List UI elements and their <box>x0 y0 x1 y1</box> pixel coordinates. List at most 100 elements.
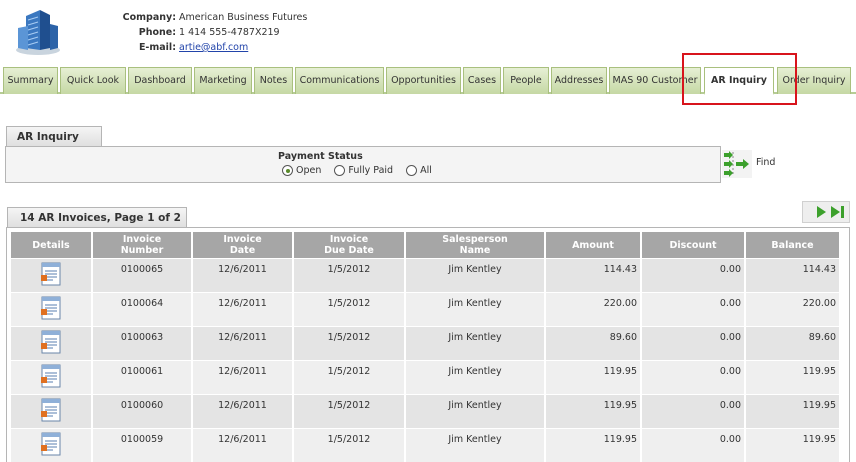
details-cell[interactable] <box>11 293 91 326</box>
invoice-number: 0100059 <box>93 429 191 462</box>
tab-addresses[interactable]: Addresses <box>551 67 607 94</box>
record-tab-bar: Summary Quick Look Dashboard Marketing N… <box>0 66 856 95</box>
col-invoice-date[interactable]: Invoice Date <box>193 232 292 258</box>
table-row: 0100059 12/6/2011 1/5/2012 Jim Kentley 1… <box>11 429 839 462</box>
col-details[interactable]: Details <box>11 232 91 258</box>
tab-notes[interactable]: Notes <box>254 67 293 94</box>
next-page-icon[interactable] <box>815 205 827 219</box>
radio-open-label[interactable]: Open <box>296 165 321 176</box>
invoice-number: 0100064 <box>93 293 191 326</box>
invoice-due-date: 1/5/2012 <box>294 395 404 428</box>
table-row: 0100063 12/6/2011 1/5/2012 Jim Kentley 8… <box>11 327 839 360</box>
salesperson-name: Jim Kentley <box>406 327 544 360</box>
col-invoice-number[interactable]: Invoice Number <box>93 232 191 258</box>
invoice-date: 12/6/2011 <box>193 361 292 394</box>
tab-quick-look[interactable]: Quick Look <box>60 67 126 94</box>
tab-people[interactable]: People <box>503 67 549 94</box>
find-arrows-icon <box>722 150 752 178</box>
salesperson-name: Jim Kentley <box>406 259 544 292</box>
salesperson-name: Jim Kentley <box>406 293 544 326</box>
balance: 119.95 <box>746 429 839 462</box>
amount: 119.95 <box>546 429 640 462</box>
phone-label: Phone: <box>138 27 176 38</box>
col-amount[interactable]: Amount <box>546 232 640 258</box>
details-cell[interactable] <box>11 395 91 428</box>
invoice-details-icon[interactable] <box>41 330 61 354</box>
invoice-due-date: 1/5/2012 <box>294 429 404 462</box>
last-page-icon[interactable] <box>830 205 846 219</box>
discount: 0.00 <box>642 429 744 462</box>
col-salesperson-name[interactable]: Salesperson Name <box>406 232 544 258</box>
company-label: Company: <box>122 12 176 23</box>
invoice-number: 0100060 <box>93 395 191 428</box>
radio-all[interactable] <box>406 165 418 176</box>
invoice-date: 12/6/2011 <box>193 395 292 428</box>
table-row: 0100065 12/6/2011 1/5/2012 Jim Kentley 1… <box>11 259 839 292</box>
details-cell[interactable] <box>11 361 91 394</box>
balance: 89.60 <box>746 327 839 360</box>
table-header-row: Details Invoice Number Invoice Date Invoic… <box>11 232 839 258</box>
invoice-due-date: 1/5/2012 <box>294 259 404 292</box>
radio-open[interactable] <box>282 165 293 176</box>
invoice-details-icon[interactable] <box>41 364 61 388</box>
tab-dashboard[interactable]: Dashboard <box>128 67 192 94</box>
balance: 114.43 <box>746 259 839 292</box>
details-cell[interactable] <box>11 429 91 462</box>
invoice-due-date: 1/5/2012 <box>294 293 404 326</box>
find-label[interactable]: Find <box>756 157 775 168</box>
record-header: Company: American Business Futures Phone:… <box>0 0 856 66</box>
discount: 0.00 <box>642 395 744 428</box>
tab-summary[interactable]: Summary <box>3 67 58 94</box>
invoice-number: 0100061 <box>93 361 191 394</box>
salesperson-name: Jim Kentley <box>406 429 544 462</box>
ar-inquiry-panel-tab: AR Inquiry <box>6 126 102 147</box>
table-row: 0100061 12/6/2011 1/5/2012 Jim Kentley 1… <box>11 361 839 394</box>
amount: 220.00 <box>546 293 640 326</box>
discount: 0.00 <box>642 327 744 360</box>
tab-order-inquiry[interactable]: Order Inquiry <box>777 67 851 94</box>
discount: 0.00 <box>642 361 744 394</box>
email-label: E-mail: <box>138 42 176 53</box>
radio-fully-paid[interactable] <box>334 165 346 176</box>
amount: 89.60 <box>546 327 640 360</box>
pager <box>802 201 850 223</box>
invoice-grid: Details Invoice Number Invoice Date Invoic… <box>6 227 850 462</box>
table-row: 0100064 12/6/2011 1/5/2012 Jim Kentley 2… <box>11 293 839 326</box>
payment-status-options: Open Fully Paid All <box>282 165 442 176</box>
amount: 119.95 <box>546 395 640 428</box>
radio-all-label[interactable]: All <box>420 165 432 176</box>
tab-mas90-customer[interactable]: MAS 90 Customer <box>609 67 701 94</box>
payment-status-label: Payment Status <box>278 151 363 162</box>
table-row: 0100060 12/6/2011 1/5/2012 Jim Kentley 1… <box>11 395 839 428</box>
phone-value: 1 414 555-4787X219 <box>179 27 280 38</box>
tab-cases[interactable]: Cases <box>463 67 501 94</box>
salesperson-name: Jim Kentley <box>406 395 544 428</box>
invoice-number: 0100063 <box>93 327 191 360</box>
tab-communications[interactable]: Communications <box>295 67 384 94</box>
balance: 119.95 <box>746 395 839 428</box>
col-balance[interactable]: Balance <box>746 232 839 258</box>
invoice-table: Details Invoice Number Invoice Date Invoic… <box>9 231 841 462</box>
col-invoice-due-date[interactable]: Invoice Due Date <box>294 232 404 258</box>
invoice-due-date: 1/5/2012 <box>294 361 404 394</box>
invoice-details-icon[interactable] <box>41 398 61 422</box>
tab-marketing[interactable]: Marketing <box>194 67 252 94</box>
invoice-date: 12/6/2011 <box>193 259 292 292</box>
invoice-number: 0100065 <box>93 259 191 292</box>
tab-ar-inquiry[interactable]: AR Inquiry <box>704 67 774 95</box>
discount: 0.00 <box>642 293 744 326</box>
tab-opportunities[interactable]: Opportunities <box>386 67 461 94</box>
invoice-details-icon[interactable] <box>41 432 61 456</box>
details-cell[interactable] <box>11 327 91 360</box>
invoice-date: 12/6/2011 <box>193 429 292 462</box>
balance: 119.95 <box>746 361 839 394</box>
details-cell[interactable] <box>11 259 91 292</box>
email-link[interactable]: artie@abf.com <box>176 40 248 55</box>
invoice-details-icon[interactable] <box>41 262 61 286</box>
invoice-due-date: 1/5/2012 <box>294 327 404 360</box>
salesperson-name: Jim Kentley <box>406 361 544 394</box>
invoice-details-icon[interactable] <box>41 296 61 320</box>
invoice-date: 12/6/2011 <box>193 293 292 326</box>
radio-fully-paid-label[interactable]: Fully Paid <box>348 165 393 176</box>
col-discount[interactable]: Discount <box>642 232 744 258</box>
